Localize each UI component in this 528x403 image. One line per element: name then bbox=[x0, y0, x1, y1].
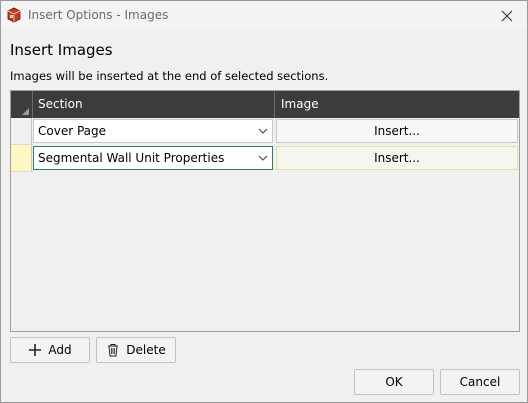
grid-header: Section Image bbox=[11, 91, 519, 118]
chevron-down-icon bbox=[258, 128, 268, 134]
section-dropdown[interactable]: Segmental Wall Unit Properties bbox=[33, 146, 273, 170]
delete-button[interactable]: Delete bbox=[96, 337, 176, 363]
section-dropdown[interactable]: Cover Page bbox=[33, 119, 273, 143]
title-bar: Insert Options - Images bbox=[1, 1, 527, 30]
delete-button-label: Delete bbox=[126, 343, 166, 357]
ok-button[interactable]: OK bbox=[354, 369, 434, 395]
insert-image-button[interactable]: Insert... bbox=[276, 146, 518, 170]
page-title: Insert Images bbox=[10, 41, 113, 59]
row-selector-current[interactable] bbox=[11, 145, 32, 172]
column-header-section[interactable]: Section bbox=[33, 91, 275, 118]
select-all-corner[interactable] bbox=[11, 91, 33, 118]
section-dropdown-value: Segmental Wall Unit Properties bbox=[38, 151, 225, 165]
add-button[interactable]: Add bbox=[10, 337, 90, 363]
section-dropdown-value: Cover Page bbox=[38, 124, 107, 138]
table-row[interactable]: Cover Page Insert... bbox=[11, 118, 519, 145]
trash-icon bbox=[108, 344, 119, 357]
window-title: Insert Options - Images bbox=[28, 8, 169, 22]
chevron-down-icon bbox=[258, 155, 268, 161]
row-selector[interactable] bbox=[11, 118, 32, 145]
column-header-image[interactable]: Image bbox=[276, 91, 519, 118]
plus-icon bbox=[29, 344, 42, 356]
sections-grid[interactable]: Section Image Cover Page Insert... Segme… bbox=[10, 90, 520, 332]
table-row[interactable]: Segmental Wall Unit Properties Insert... bbox=[11, 145, 519, 172]
dialog-window: Insert Options - Images Insert Images Im… bbox=[0, 0, 528, 403]
corner-triangle-icon bbox=[22, 108, 29, 115]
add-button-label: Add bbox=[48, 343, 72, 357]
app-icon bbox=[6, 7, 22, 23]
close-icon bbox=[501, 10, 513, 21]
insert-image-button[interactable]: Insert... bbox=[276, 119, 518, 143]
close-button[interactable] bbox=[487, 1, 527, 30]
instruction-text: Images will be inserted at the end of se… bbox=[10, 69, 329, 83]
cancel-button[interactable]: Cancel bbox=[440, 369, 520, 395]
